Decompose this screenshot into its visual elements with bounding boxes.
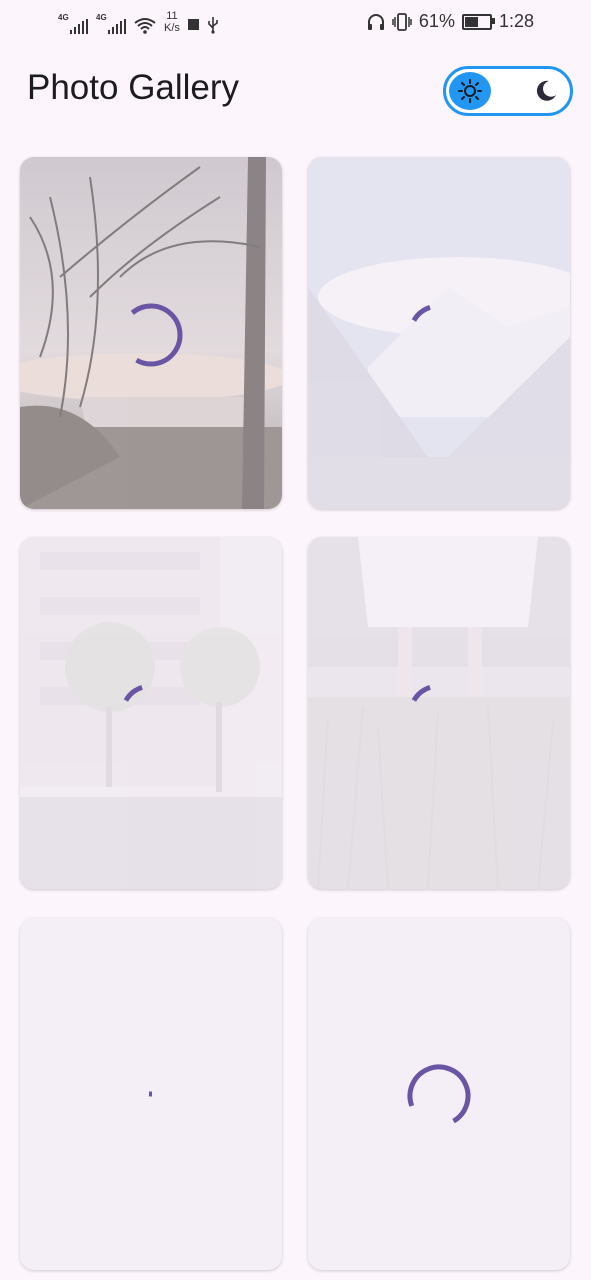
gallery-card[interactable] [20, 537, 282, 889]
theme-toggle[interactable] [443, 66, 573, 116]
loading-spinner [411, 685, 431, 702]
headphones-icon [367, 13, 384, 30]
status-bar: 4G 4G 11 K/s 61% 1:28 [0, 0, 591, 46]
status-left: 4G 4G 11 K/s [58, 10, 219, 34]
loading-spinner [130, 303, 183, 367]
battery-fill [464, 16, 478, 27]
sun-icon [458, 79, 482, 103]
notification-square-icon [187, 19, 199, 30]
gallery-card[interactable] [308, 157, 570, 509]
network-speed: 11 K/s [164, 10, 180, 34]
network-type-1: 4G [58, 13, 69, 22]
cell-signal-2-icon: 4G [96, 13, 126, 34]
loading-spinner [123, 685, 143, 702]
clock: 1:28 [498, 11, 534, 31]
cell-signal-1-icon: 4G [58, 13, 88, 34]
usb-icon [208, 17, 218, 34]
battery-icon [461, 13, 495, 30]
loading-spinner [407, 1064, 471, 1124]
network-speed-value: 11 [166, 10, 178, 22]
light-mode-knob[interactable] [449, 72, 491, 110]
gallery-card[interactable] [20, 157, 282, 509]
battery-percent: 61% [418, 11, 455, 31]
gallery-card[interactable] [20, 918, 282, 1270]
network-speed-unit: K/s [164, 22, 180, 34]
vibrate-icon [392, 12, 412, 31]
gallery-card[interactable] [308, 918, 570, 1270]
loading-spinner [411, 305, 431, 322]
moon-icon [536, 80, 556, 101]
gallery-card[interactable] [308, 537, 570, 889]
loading-spinner [148, 1091, 153, 1097]
network-type-2: 4G [96, 13, 107, 22]
dark-mode-option[interactable] [532, 77, 560, 105]
wifi-icon [134, 18, 156, 34]
page-title: Photo Gallery [27, 68, 240, 107]
status-right: 61% 1:28 [367, 11, 534, 32]
